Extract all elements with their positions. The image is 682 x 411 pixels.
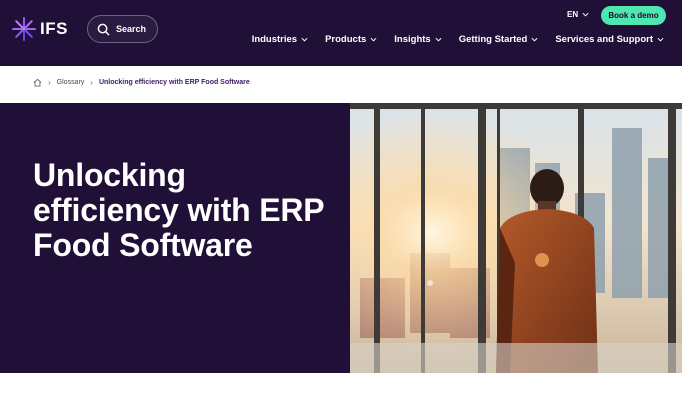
chevron-down-icon (657, 37, 664, 42)
breadcrumb-separator: › (48, 78, 51, 87)
nav-item-insights[interactable]: Insights (394, 34, 442, 45)
chevron-down-icon (301, 37, 308, 42)
nav-label: Getting Started (458, 34, 528, 45)
search-button[interactable]: Search (87, 15, 158, 43)
home-icon[interactable] (33, 78, 42, 87)
breadcrumb: › Glossary › Unlocking efficiency with E… (33, 78, 250, 87)
nav-label: Insights (394, 34, 431, 45)
main-nav: Industries Products Insights Getting Sta… (235, 34, 664, 45)
search-icon (97, 23, 110, 35)
ifs-logo-icon (12, 17, 36, 41)
hero-section: Unlocking efficiency with ERP Food Softw… (0, 103, 682, 373)
language-code: EN (567, 10, 579, 19)
chevron-down-icon (435, 37, 442, 42)
book-demo-button[interactable]: Book a demo (601, 6, 666, 25)
breadcrumb-separator: › (90, 78, 93, 87)
chevron-down-icon (531, 37, 538, 42)
nav-item-services-and-support[interactable]: Services and Support (555, 34, 664, 45)
nav-item-industries[interactable]: Industries (252, 34, 308, 45)
nav-label: Services and Support (555, 34, 653, 45)
language-selector[interactable]: EN (567, 10, 589, 19)
breadcrumb-item-glossary[interactable]: Glossary (57, 79, 85, 86)
hero-illustration (350, 103, 682, 373)
chevron-down-icon (582, 12, 589, 17)
page-title: Unlocking efficiency with ERP Food Softw… (33, 157, 324, 263)
search-label: Search (116, 24, 147, 34)
nav-item-getting-started[interactable]: Getting Started (459, 34, 539, 45)
nav-label: Products (325, 34, 367, 45)
hero-panel: Unlocking efficiency with ERP Food Softw… (0, 103, 350, 373)
breadcrumb-current: Unlocking efficiency with ERP Food Softw… (98, 79, 250, 86)
hero-image (350, 103, 682, 373)
nav-label: Industries (251, 34, 298, 45)
logo-text: IFS (40, 19, 68, 38)
nav-item-products[interactable]: Products (325, 34, 377, 45)
content-start (0, 373, 682, 411)
ifs-logo[interactable]: IFS (11, 16, 68, 42)
chevron-down-icon (370, 37, 377, 42)
site-header: IFS Search EN Book a demo Industries Pro… (0, 0, 682, 66)
